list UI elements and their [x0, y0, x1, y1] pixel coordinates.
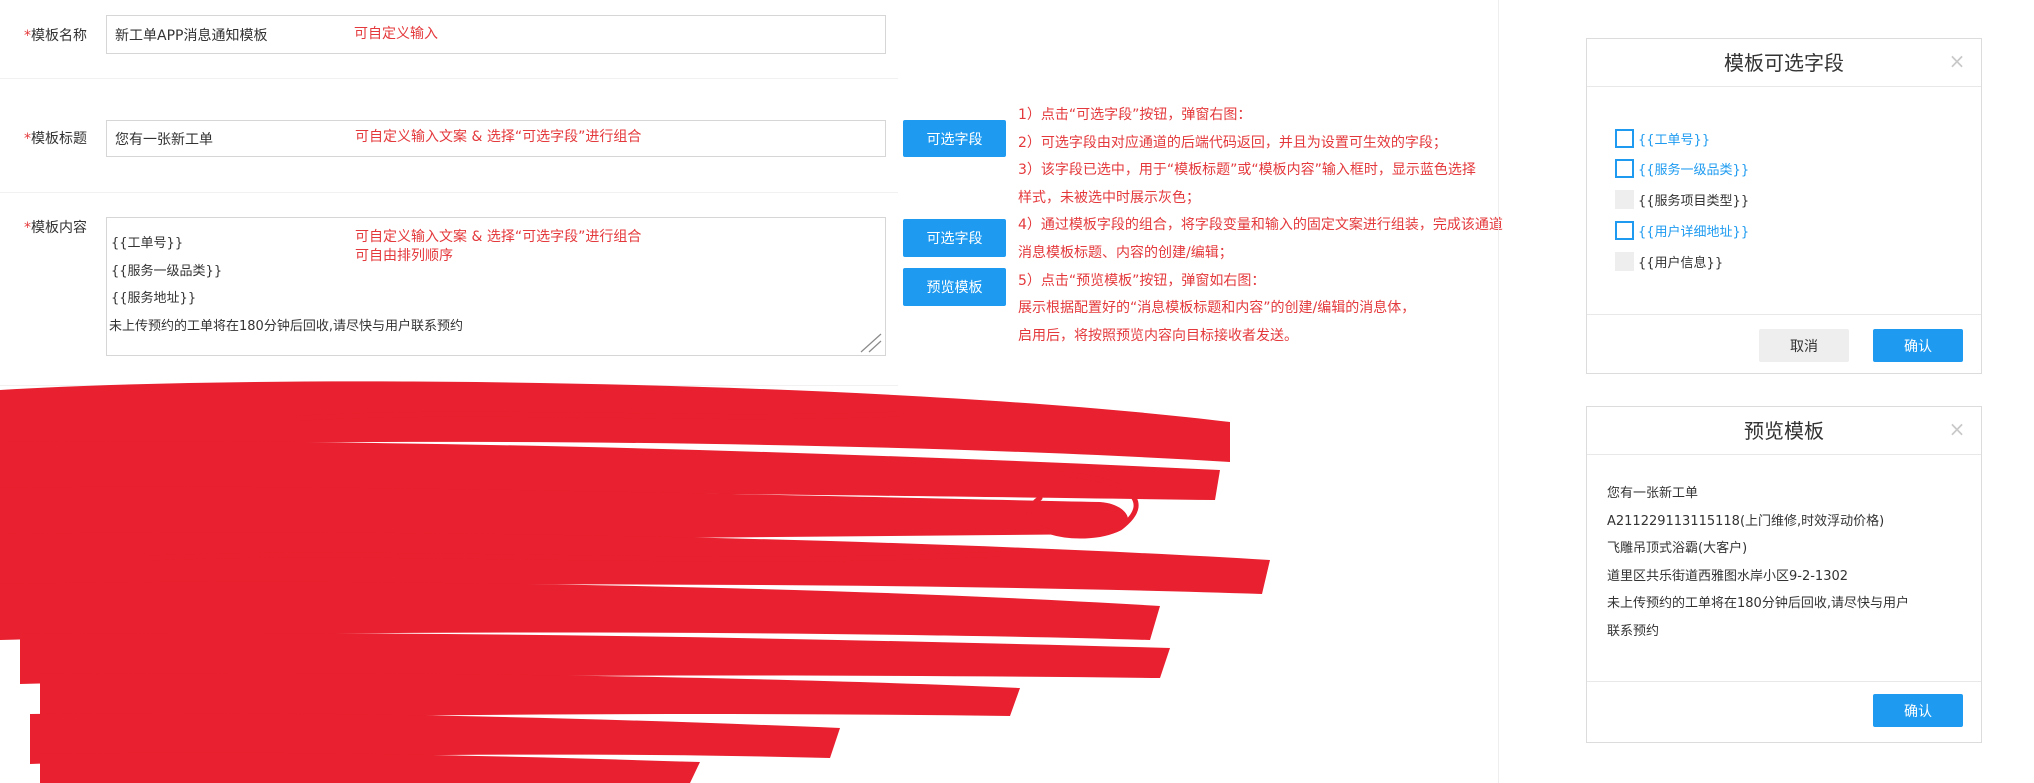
field-option[interactable]: {{工单号}}: [1615, 127, 1710, 149]
template-content-note-line: 可自定义输入文案 & 选择“可选字段”进行组合: [355, 229, 642, 245]
content-line: 未上传预约的工单将在180分钟后回收,请尽快与用户联系预约: [109, 318, 463, 334]
annotation-line: 2）可选字段由对应通道的后端代码返回，并且为设置可生效的字段；: [1018, 134, 1447, 151]
required-star: *: [24, 220, 31, 236]
template-name-value: 新工单APP消息通知模板: [115, 27, 268, 44]
field-option-label: {{服务一级品类}}: [1638, 162, 1750, 178]
dialog-footer: 确认: [1587, 681, 1981, 743]
dialog-title: 模板可选字段: [1724, 51, 1844, 75]
preview-line: 联系预约: [1607, 624, 1660, 639]
field-option[interactable]: {{用户信息}}: [1615, 250, 1723, 272]
row-divider: [0, 78, 898, 79]
required-star: *: [24, 28, 31, 44]
required-star: *: [24, 131, 31, 147]
preview-template-button[interactable]: 预览模板: [903, 268, 1006, 306]
panel-divider: [1498, 0, 1499, 783]
row-divider: [0, 192, 898, 193]
optional-fields-dialog: 模板可选字段 × {{工单号}} {{服务一级品类}} {{服务项目类型}} {…: [1586, 38, 1982, 374]
template-content-note-line: 可自由排列顺序: [355, 248, 453, 264]
template-content-label: *模板内容: [24, 217, 87, 237]
preview-line: 您有一张新工单: [1607, 486, 1699, 501]
template-name-label-text: 模板名称: [31, 28, 87, 44]
preview-template-dialog: 预览模板 × 您有一张新工单 A211229113115118(上门维修,时效浮…: [1586, 406, 1982, 743]
annotation-line: 消息模板标题、内容的创建/编辑；: [1018, 244, 1233, 261]
template-name-label: *模板名称: [24, 25, 87, 45]
template-title-value: 您有一张新工单: [115, 131, 213, 148]
annotation-line: 5）点击“预览模板”按钮，弹窗如右图：: [1018, 272, 1266, 289]
template-title-note: 可自定义输入文案 & 选择“可选字段”进行组合: [355, 129, 642, 145]
confirm-button[interactable]: 确认: [1873, 329, 1963, 362]
field-option[interactable]: {{用户详细地址}}: [1615, 219, 1749, 241]
field-option-label: {{服务项目类型}}: [1638, 193, 1750, 209]
content-line: {{服务地址}}: [111, 291, 197, 306]
template-name-note: 可自定义输入: [354, 26, 438, 42]
template-content-label-text: 模板内容: [31, 220, 87, 236]
field-option-label: {{用户信息}}: [1638, 255, 1724, 271]
preview-line: 飞雕吊顶式浴霸(大客户): [1607, 541, 1748, 556]
confirm-button[interactable]: 确认: [1873, 694, 1963, 727]
template-name-input[interactable]: 新工单APP消息通知模板: [106, 15, 886, 54]
resize-grip-icon[interactable]: [857, 333, 883, 353]
cancel-button[interactable]: 取消: [1759, 329, 1849, 362]
content-optional-fields-button[interactable]: 可选字段: [903, 219, 1006, 257]
checkbox-unchecked-icon[interactable]: [1615, 251, 1634, 271]
redaction-scribble: [0, 381, 1270, 783]
preview-line: A211229113115118(上门维修,时效浮动价格): [1607, 514, 1885, 529]
template-title-label-text: 模板标题: [31, 131, 87, 147]
dialog-header: 预览模板 ×: [1587, 407, 1981, 455]
checkbox-checked-icon[interactable]: [1615, 158, 1634, 178]
title-optional-fields-button[interactable]: 可选字段: [903, 120, 1006, 157]
close-icon[interactable]: ×: [1947, 419, 1967, 439]
annotation-line: 启用后，将按照预览内容向目标接收者发送。: [1018, 327, 1298, 344]
field-option-label: {{用户详细地址}}: [1638, 224, 1750, 240]
preview-line: 道里区共乐街道西雅图水岸小区9-2-1302: [1607, 569, 1849, 584]
annotation-line: 1）点击“可选字段”按钮，弹窗右图：: [1018, 107, 1252, 123]
field-option[interactable]: {{服务一级品类}}: [1615, 157, 1749, 179]
field-option-label: {{工单号}}: [1638, 132, 1711, 148]
template-title-label: *模板标题: [24, 128, 87, 148]
template-content-note: 可自定义输入文案 & 选择“可选字段”进行组合 可自由排列顺序: [355, 228, 641, 266]
dialog-header: 模板可选字段 ×: [1587, 39, 1981, 87]
close-icon[interactable]: ×: [1947, 51, 1967, 71]
annotation-line: 样式，未被选中时展示灰色；: [1018, 189, 1200, 206]
checkbox-checked-icon[interactable]: [1615, 128, 1634, 148]
annotation-line: 展示根据配置好的“消息模板标题和内容”的创建/编辑的消息体，: [1018, 300, 1416, 317]
checkbox-unchecked-icon[interactable]: [1615, 189, 1634, 209]
checkbox-checked-icon[interactable]: [1615, 220, 1634, 240]
annotation-line: 4）通过模板字段的组合，将字段变量和输入的固定文案进行组装，完成该通道: [1018, 217, 1503, 234]
preview-line: 未上传预约的工单将在180分钟后回收,请尽快与用户: [1607, 596, 1909, 611]
annotation-line: 3）该字段已选中，用于“模板标题”或“模板内容”输入框时，显示蓝色选择: [1018, 162, 1476, 179]
annotation-notes: 1）点击“可选字段”按钮，弹窗右图： 2）可选字段由对应通道的后端代码返回，并且…: [1018, 102, 1558, 350]
field-option[interactable]: {{服务项目类型}}: [1615, 188, 1749, 210]
dialog-footer: 取消 确认: [1587, 314, 1981, 374]
dialog-title: 预览模板: [1744, 419, 1824, 443]
